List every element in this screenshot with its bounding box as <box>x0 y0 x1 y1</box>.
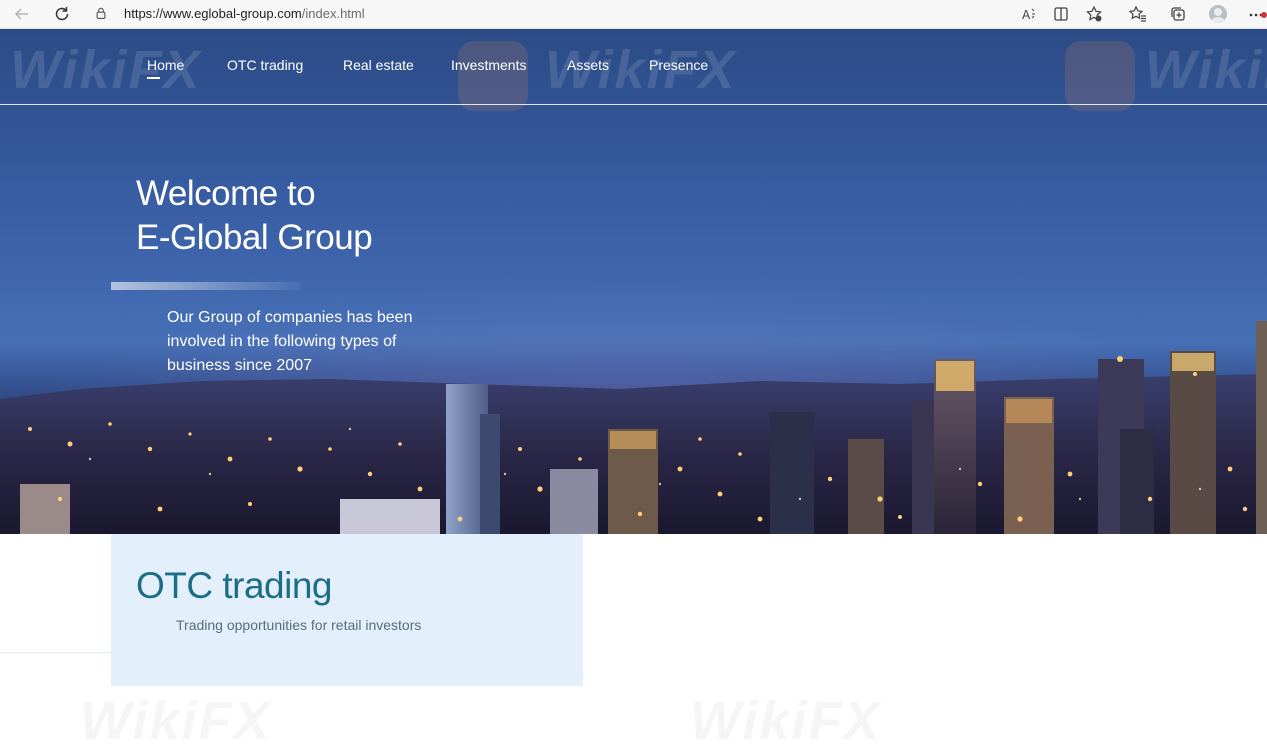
hero-title-line-1: Welcome to <box>136 174 316 213</box>
split-screen-icon[interactable] <box>1050 3 1072 25</box>
hero-title: Welcome to E-Global Group <box>136 172 373 260</box>
nav-item-home[interactable]: Home <box>147 57 184 79</box>
otc-trading-card[interactable] <box>111 534 583 686</box>
more-icon[interactable] <box>1245 3 1267 25</box>
url-host: https://www.eglobal-group.com <box>124 5 302 21</box>
browser-toolbar: https://www.eglobal-group.com/index.html… <box>0 0 1267 29</box>
hero-title-line-2: E-Global Group <box>136 218 373 257</box>
nav-item-real-estate[interactable]: Real estate <box>343 57 414 73</box>
favorites-icon[interactable] <box>1127 3 1149 25</box>
nav-item-otc-trading[interactable]: OTC trading <box>227 57 303 73</box>
url-path: /index.html <box>301 5 365 21</box>
hero-divider <box>111 282 301 290</box>
profile-icon[interactable] <box>1207 3 1229 25</box>
svg-text:A: A <box>1022 8 1031 22</box>
otc-trading-title[interactable]: OTC trading <box>136 565 333 607</box>
nav-item-presence[interactable]: Presence <box>649 57 708 73</box>
address-bar[interactable]: https://www.eglobal-group.com/index.html <box>90 2 995 24</box>
hero-banner: WikiFX WikiFX WikiFX Home OTC trading Re… <box>0 29 1267 534</box>
add-favorite-icon[interactable] <box>1083 3 1105 25</box>
collections-icon[interactable] <box>1167 3 1189 25</box>
notification-dot <box>1261 12 1267 18</box>
main-navigation: Home OTC trading Real estate Investments… <box>0 29 1267 105</box>
nav-item-assets[interactable]: Assets <box>567 57 609 73</box>
lock-icon[interactable] <box>90 2 112 24</box>
refresh-icon[interactable] <box>51 3 73 25</box>
back-arrow-icon[interactable] <box>11 3 33 25</box>
otc-trading-subtitle: Trading opportunities for retail investo… <box>176 617 422 633</box>
watermark: WikiFX <box>690 691 882 751</box>
read-aloud-icon[interactable]: A <box>1018 3 1040 25</box>
watermark: WikiFX <box>80 691 272 751</box>
nav-item-investments[interactable]: Investments <box>451 57 526 73</box>
avatar <box>1209 5 1227 23</box>
hero-description: Our Group of companies has been involved… <box>167 309 413 374</box>
